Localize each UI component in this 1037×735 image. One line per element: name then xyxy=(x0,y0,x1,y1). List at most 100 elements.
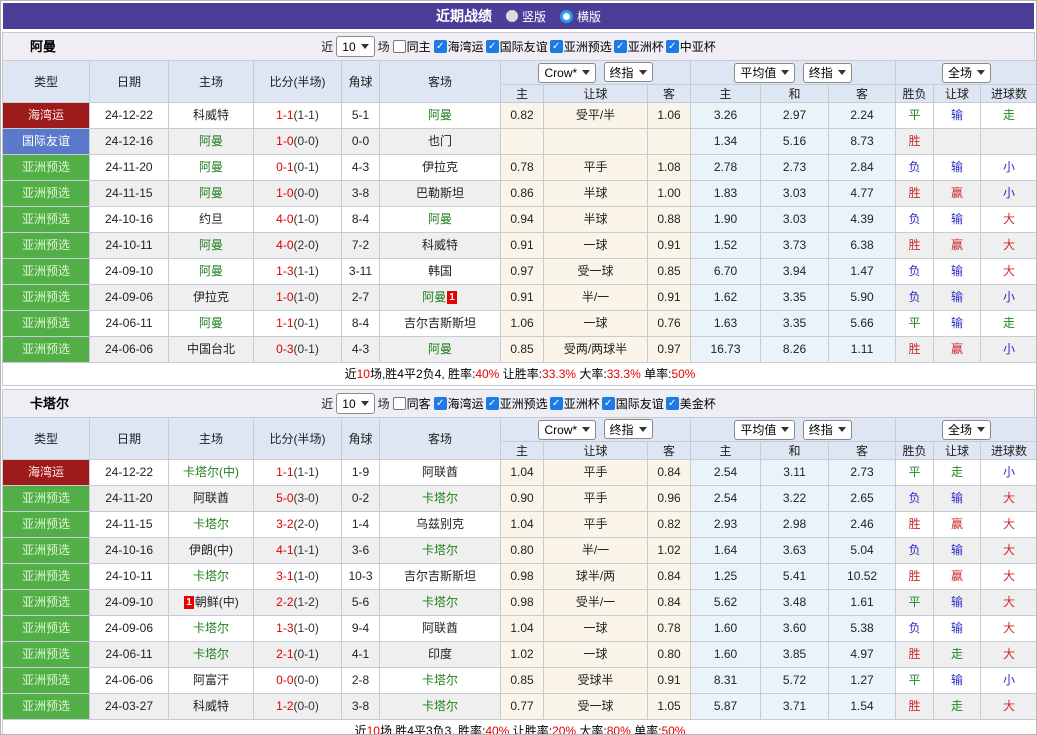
league-checkbox-item[interactable]: ✓亚洲杯 xyxy=(550,395,600,412)
league-checkbox-item[interactable]: ✓国际友谊 xyxy=(602,395,664,412)
result-handicap: 输 xyxy=(934,259,981,285)
checkbox-checked-icon[interactable]: ✓ xyxy=(434,40,447,53)
odds-away: 0.78 xyxy=(648,616,691,642)
league-checkbox-item[interactable]: ✓海湾运 xyxy=(434,395,484,412)
odds-company-select[interactable]: Crow* xyxy=(538,63,596,83)
league-checkbox-item[interactable]: ✓亚洲杯 xyxy=(614,38,664,55)
match-row: 亚洲预选24-10-16伊朗(中)4-1(1-1)3-6卡塔尔0.80半/一1.… xyxy=(3,538,1037,564)
col-result-handicap: 让球 xyxy=(934,442,981,460)
odds-home: 0.90 xyxy=(501,486,544,512)
avg-stage-select[interactable]: 终指 xyxy=(803,63,852,83)
scope-select[interactable]: 全场 xyxy=(942,63,991,83)
halftime-score: (1-1) xyxy=(294,264,319,278)
avg-source-select[interactable]: 平均值 xyxy=(734,420,795,440)
team-label: 卡塔尔 xyxy=(422,543,458,557)
layout-vertical-radio[interactable]: 竖版 xyxy=(506,8,546,25)
match-row: 亚洲预选24-06-06中国台北0-3(0-1)4-3阿曼0.85受两/两球半0… xyxy=(3,337,1037,363)
match-count-select[interactable]: 10 xyxy=(336,393,374,414)
odds-away: 0.84 xyxy=(648,460,691,486)
checkbox-checked-icon[interactable]: ✓ xyxy=(486,397,499,410)
match-row: 亚洲预选24-11-15卡塔尔3-2(2-0)1-4乌兹别克1.04平手0.82… xyxy=(3,512,1037,538)
away-team: 科威特 xyxy=(380,233,501,259)
league-checkbox-item[interactable]: ✓中亚杯 xyxy=(666,38,716,55)
home-team: 科威特 xyxy=(169,103,254,129)
avg-away: 1.27 xyxy=(829,668,896,694)
team-section-qatar: 卡塔尔 近 10 场 同客 ✓海湾运✓亚洲预选✓亚洲杯✓国际友谊✓美金杯 xyxy=(2,389,1035,735)
scope-select[interactable]: 全场 xyxy=(942,420,991,440)
team-label: 阿曼 xyxy=(199,264,223,278)
checkbox-checked-icon[interactable]: ✓ xyxy=(666,40,679,53)
checkbox-checked-icon[interactable]: ✓ xyxy=(614,40,627,53)
home-team: 1朝鲜(中) xyxy=(169,590,254,616)
match-row: 亚洲预选24-09-10阿曼1-3(1-1)3-11韩国0.97受一球0.856… xyxy=(3,259,1037,285)
team-label: 卡塔尔 xyxy=(193,621,229,635)
match-count-select[interactable]: 10 xyxy=(336,36,374,57)
checkbox-checked-icon[interactable]: ✓ xyxy=(434,397,447,410)
same-venue-checkbox-item[interactable]: 同主 xyxy=(393,38,431,55)
home-team: 阿联酋 xyxy=(169,486,254,512)
radio-selected-icon[interactable] xyxy=(560,10,573,23)
same-venue-checkbox-item[interactable]: 同客 xyxy=(393,395,431,412)
col-avg-away: 客 xyxy=(829,442,896,460)
avg-source-select[interactable]: 平均值 xyxy=(734,63,795,83)
match-row: 亚洲预选24-09-06伊拉克1-0(1-0)2-7阿曼10.91半/一0.91… xyxy=(3,285,1037,311)
checkbox-unchecked-icon[interactable] xyxy=(393,40,406,53)
avg-away: 10.52 xyxy=(829,564,896,590)
result-wdl: 负 xyxy=(896,259,934,285)
home-team: 卡塔尔 xyxy=(169,512,254,538)
odds-company-select[interactable]: Crow* xyxy=(538,420,596,440)
home-team: 伊朗(中) xyxy=(169,538,254,564)
summary-stat-value: 33.3% xyxy=(542,367,576,381)
avg-draw: 3.03 xyxy=(761,181,829,207)
avg-home: 2.78 xyxy=(691,155,761,181)
league-checkbox-item[interactable]: ✓国际友谊 xyxy=(486,38,548,55)
match-date: 24-10-11 xyxy=(90,564,169,590)
match-date: 24-12-22 xyxy=(90,460,169,486)
checkbox-checked-icon[interactable]: ✓ xyxy=(550,397,563,410)
odds-handicap: 平手 xyxy=(544,155,648,181)
col-odds-away: 客 xyxy=(648,85,691,103)
odds-handicap: 半/一 xyxy=(544,538,648,564)
league-checkbox-item[interactable]: ✓美金杯 xyxy=(666,395,716,412)
league-checkbox-item[interactable]: ✓亚洲预选 xyxy=(486,395,548,412)
result-goals: 大 xyxy=(981,259,1037,285)
away-team: 也门 xyxy=(380,129,501,155)
checkbox-checked-icon[interactable]: ✓ xyxy=(666,397,679,410)
odds-home: 0.77 xyxy=(501,694,544,720)
result-goals: 小 xyxy=(981,668,1037,694)
odds-stage-select[interactable]: 终指 xyxy=(604,419,653,439)
odds-stage-select[interactable]: 终指 xyxy=(604,62,653,82)
home-team: 阿曼 xyxy=(169,311,254,337)
summary-text: 近10场,胜4平3负3, 胜率:40% 让胜率:20% 大率:80% 单率:50… xyxy=(3,720,1037,735)
league-checkbox-item[interactable]: ✓亚洲预选 xyxy=(550,38,612,55)
result-goals: 走 xyxy=(981,103,1037,129)
avg-home: 1.62 xyxy=(691,285,761,311)
checkbox-checked-icon[interactable]: ✓ xyxy=(602,397,615,410)
team-label: 阿联酋 xyxy=(422,621,458,635)
home-team: 卡塔尔(中) xyxy=(169,460,254,486)
checkbox-checked-icon[interactable]: ✓ xyxy=(550,40,563,53)
match-type: 亚洲预选 xyxy=(3,155,90,181)
halftime-score: (1-1) xyxy=(294,465,319,479)
checkbox-unchecked-icon[interactable] xyxy=(393,397,406,410)
avg-stage-select[interactable]: 终指 xyxy=(803,420,852,440)
summary-stat-label: 近 xyxy=(355,724,367,735)
avg-away: 2.24 xyxy=(829,103,896,129)
result-handicap: 输 xyxy=(934,486,981,512)
odds-handicap: 一球 xyxy=(544,616,648,642)
league-checkbox-item[interactable]: ✓海湾运 xyxy=(434,38,484,55)
odds-home: 0.82 xyxy=(501,103,544,129)
chevron-down-icon xyxy=(582,427,590,432)
away-team: 卡塔尔 xyxy=(380,590,501,616)
layout-horizontal-radio[interactable]: 横版 xyxy=(560,8,601,25)
result-handicap: 输 xyxy=(934,155,981,181)
odds-handicap: 平手 xyxy=(544,486,648,512)
result-wdl: 负 xyxy=(896,155,934,181)
checkbox-checked-icon[interactable]: ✓ xyxy=(486,40,499,53)
match-score: 4-0(2-0) xyxy=(254,233,342,259)
odds-handicap: 受一球 xyxy=(544,694,648,720)
vertical-radio-label: 竖版 xyxy=(522,8,546,25)
radio-unselected-icon[interactable] xyxy=(506,10,518,22)
avg-home: 2.54 xyxy=(691,486,761,512)
odds-selects-cell: Crow* 终指 xyxy=(501,61,691,85)
